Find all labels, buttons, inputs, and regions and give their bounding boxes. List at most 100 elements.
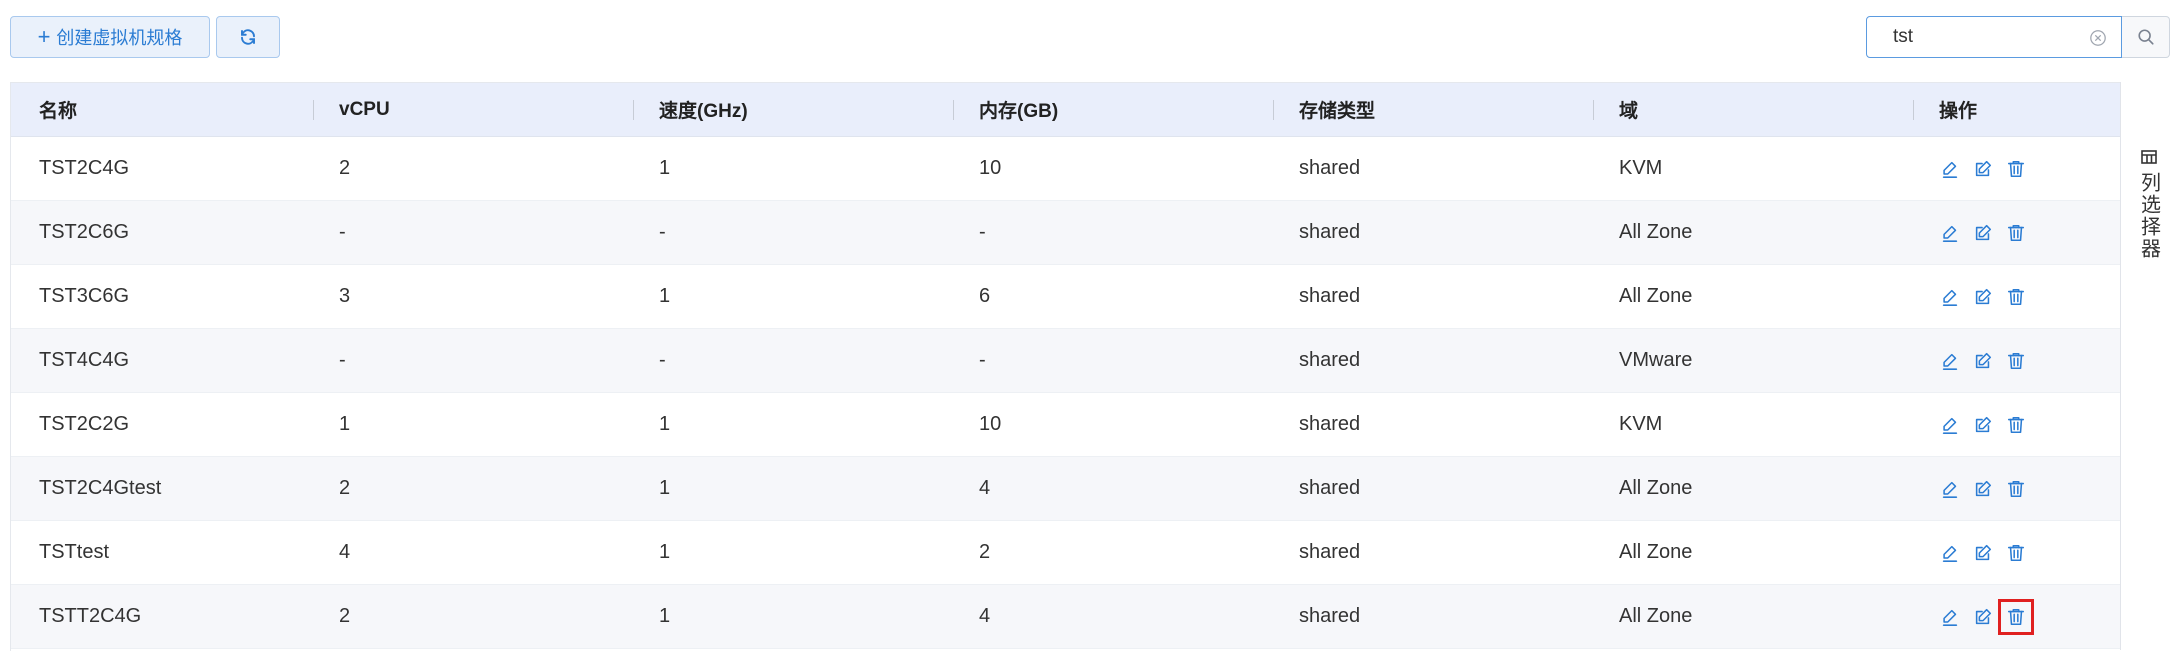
cell-name: TST4C4G [39, 349, 130, 371]
delete-trash-icon [2006, 479, 2026, 499]
edit-button[interactable] [1939, 606, 1961, 628]
delete-button[interactable] [2005, 222, 2027, 244]
column-divider[interactable] [633, 100, 634, 120]
column-divider[interactable] [953, 100, 954, 120]
search-button[interactable] [2122, 16, 2170, 58]
cell-storage: shared [1299, 605, 1361, 627]
delete-trash-icon [2006, 287, 2026, 307]
column-header-storage[interactable]: 存储类型 [1299, 83, 1375, 136]
edit-pen-icon [1940, 415, 1960, 435]
edit-box-icon [1973, 415, 1993, 435]
edit-button[interactable] [1939, 478, 1961, 500]
cell-zone: All Zone [1619, 285, 1693, 307]
modify-button[interactable] [1972, 286, 1994, 308]
edit-button[interactable] [1939, 414, 1961, 436]
cell-storage: shared [1299, 349, 1361, 371]
cell-zone: KVM [1619, 413, 1663, 435]
edit-button[interactable] [1939, 542, 1961, 564]
search-field[interactable] [1866, 16, 2122, 58]
table-row[interactable]: TSTT2C4G 2 1 4 shared All Zone [11, 585, 2121, 649]
table-row[interactable]: TST2C2G 1 1 10 shared KVM [11, 393, 2121, 457]
column-header-memory[interactable]: 内存(GB) [979, 83, 1058, 136]
delete-button[interactable] [2005, 350, 2027, 372]
delete-trash-icon [2006, 351, 2026, 371]
modify-button[interactable] [1972, 158, 1994, 180]
modify-button[interactable] [1972, 414, 1994, 436]
cell-storage: shared [1299, 477, 1361, 499]
row-actions [1939, 137, 2038, 200]
cell-name: TSTtest [39, 541, 110, 563]
cell-name: TST3C6G [39, 285, 130, 307]
row-actions [1939, 521, 2038, 584]
table-row[interactable]: TST2C4Gtest 2 1 4 shared All Zone [11, 457, 2121, 521]
column-header-speed[interactable]: 速度(GHz) [659, 83, 748, 136]
edit-box-icon [1973, 287, 1993, 307]
row-actions [1939, 201, 2038, 264]
column-divider[interactable] [313, 100, 314, 120]
row-actions [1939, 585, 2038, 648]
cell-zone: KVM [1619, 157, 1663, 179]
column-divider[interactable] [1913, 100, 1914, 120]
refresh-button[interactable] [216, 16, 280, 58]
edit-box-icon [1973, 223, 1993, 243]
cell-vcpu: 1 [339, 413, 351, 435]
cell-name: TSTT2C4G [39, 605, 142, 627]
row-actions [1939, 457, 2038, 520]
column-picker-panel[interactable]: 列选择器 [2120, 82, 2176, 650]
cell-memory: 6 [979, 285, 991, 307]
edit-button[interactable] [1939, 158, 1961, 180]
table-row[interactable]: TST3C6G 3 1 6 shared All Zone [11, 265, 2121, 329]
cell-speed: 1 [659, 413, 671, 435]
cell-memory: 10 [979, 413, 1002, 435]
search-input[interactable] [1891, 25, 2065, 49]
edit-box-icon [1973, 607, 1993, 627]
delete-button[interactable] [2005, 542, 2027, 564]
delete-button[interactable] [2005, 158, 2027, 180]
cell-speed: - [659, 349, 666, 371]
create-vm-spec-button[interactable]: + 创建虚拟机规格 [10, 16, 210, 58]
vm-spec-table: 名称 vCPU 速度(GHz) 内存(GB) 存储类型 域 操作 TST2C4G… [10, 82, 2121, 651]
cell-memory: 4 [979, 605, 991, 627]
column-header-name[interactable]: 名称 [39, 83, 77, 136]
column-picker-label: 列选择器 [2137, 172, 2160, 260]
refresh-icon [241, 29, 255, 45]
modify-button[interactable] [1972, 478, 1994, 500]
edit-button[interactable] [1939, 222, 1961, 244]
table-row[interactable]: TST4C4G - - - shared VMware [11, 329, 2121, 393]
modify-button[interactable] [1972, 350, 1994, 372]
edit-button[interactable] [1939, 350, 1961, 372]
cell-speed: 1 [659, 285, 671, 307]
table-header: 名称 vCPU 速度(GHz) 内存(GB) 存储类型 域 操作 [11, 83, 2121, 137]
delete-trash-icon [2006, 607, 2026, 627]
column-divider[interactable] [1273, 100, 1274, 120]
edit-pen-icon [1940, 223, 1960, 243]
cell-speed: 1 [659, 605, 671, 627]
cell-vcpu: 3 [339, 285, 351, 307]
cell-storage: shared [1299, 413, 1361, 435]
cell-vcpu: 2 [339, 605, 351, 627]
cell-speed: - [659, 221, 666, 243]
delete-button[interactable] [2005, 414, 2027, 436]
delete-trash-icon [2006, 415, 2026, 435]
cell-zone: All Zone [1619, 477, 1693, 499]
delete-button[interactable] [2005, 286, 2027, 308]
edit-button[interactable] [1939, 286, 1961, 308]
column-header-zone[interactable]: 域 [1619, 83, 1638, 136]
table-row[interactable]: TST2C6G - - - shared All Zone [11, 201, 2121, 265]
edit-pen-icon [1940, 159, 1960, 179]
modify-button[interactable] [1972, 542, 1994, 564]
column-divider[interactable] [1593, 100, 1594, 120]
modify-button[interactable] [1972, 222, 1994, 244]
edit-pen-icon [1940, 351, 1960, 371]
cell-vcpu: - [339, 221, 346, 243]
cell-name: TST2C6G [39, 221, 130, 243]
table-row[interactable]: TSTtest 4 1 2 shared All Zone [11, 521, 2121, 585]
table-row[interactable]: TST2C4G 2 1 10 shared KVM [11, 137, 2121, 201]
plus-icon: + [37, 24, 51, 49]
delete-button[interactable] [2005, 478, 2027, 500]
clear-circle-icon[interactable] [2089, 29, 2107, 47]
delete-button[interactable] [1998, 598, 2034, 635]
column-header-vcpu[interactable]: vCPU [339, 83, 390, 136]
modify-button[interactable] [1972, 606, 1994, 628]
edit-box-icon [1973, 479, 1993, 499]
